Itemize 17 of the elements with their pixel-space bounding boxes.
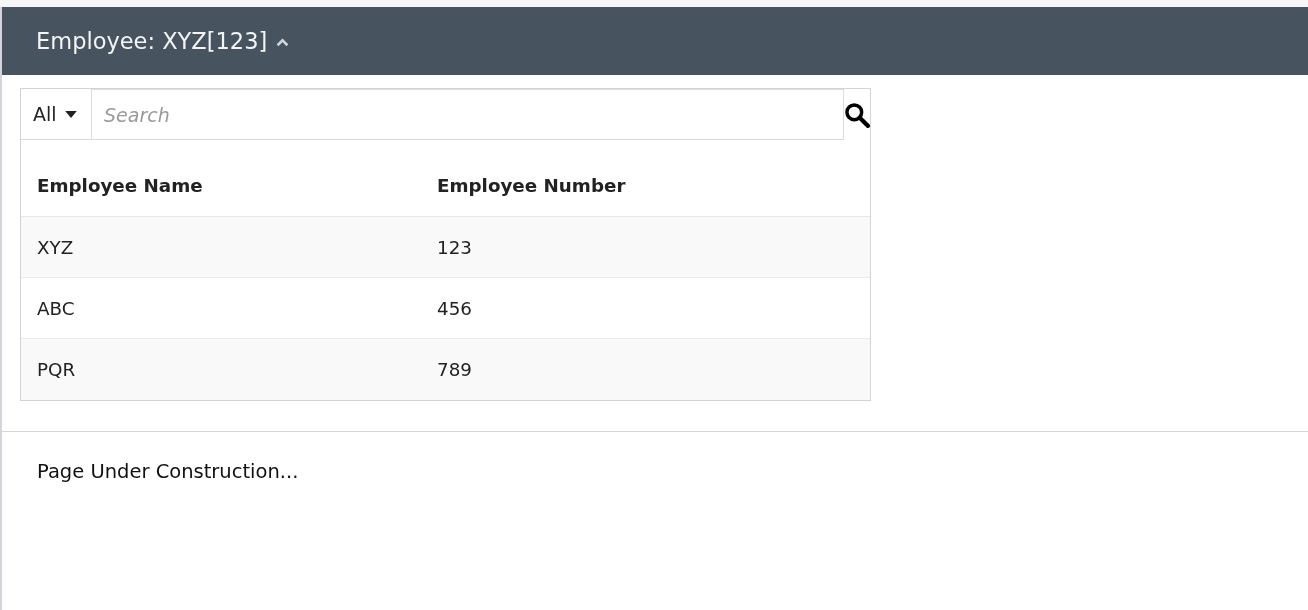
- table-row[interactable]: XYZ 123: [21, 217, 870, 278]
- column-header: Employee Name: [36, 173, 204, 196]
- search-icon[interactable]: [844, 101, 870, 128]
- table-cell-text: 789: [436, 359, 473, 380]
- notice-text: Page Under Construction...: [37, 460, 299, 483]
- header-title: Employee: XYZ[123]: [36, 28, 268, 54]
- table-cell-text: PQR: [36, 359, 77, 380]
- table-row[interactable]: PQR 789: [21, 339, 870, 400]
- table-cell-text: ABC: [36, 297, 76, 319]
- filter-dropdown[interactable]: All: [21, 89, 92, 140]
- chevron-icon[interactable]: [276, 37, 290, 47]
- table-cell-text: 456: [436, 297, 473, 319]
- table-cell-text: 123: [436, 236, 473, 258]
- search-field[interactable]: Search: [92, 89, 844, 140]
- table-cell-text: XYZ: [36, 236, 75, 258]
- column-header: Employee Number: [436, 173, 627, 196]
- caret-icon: [64, 110, 77, 118]
